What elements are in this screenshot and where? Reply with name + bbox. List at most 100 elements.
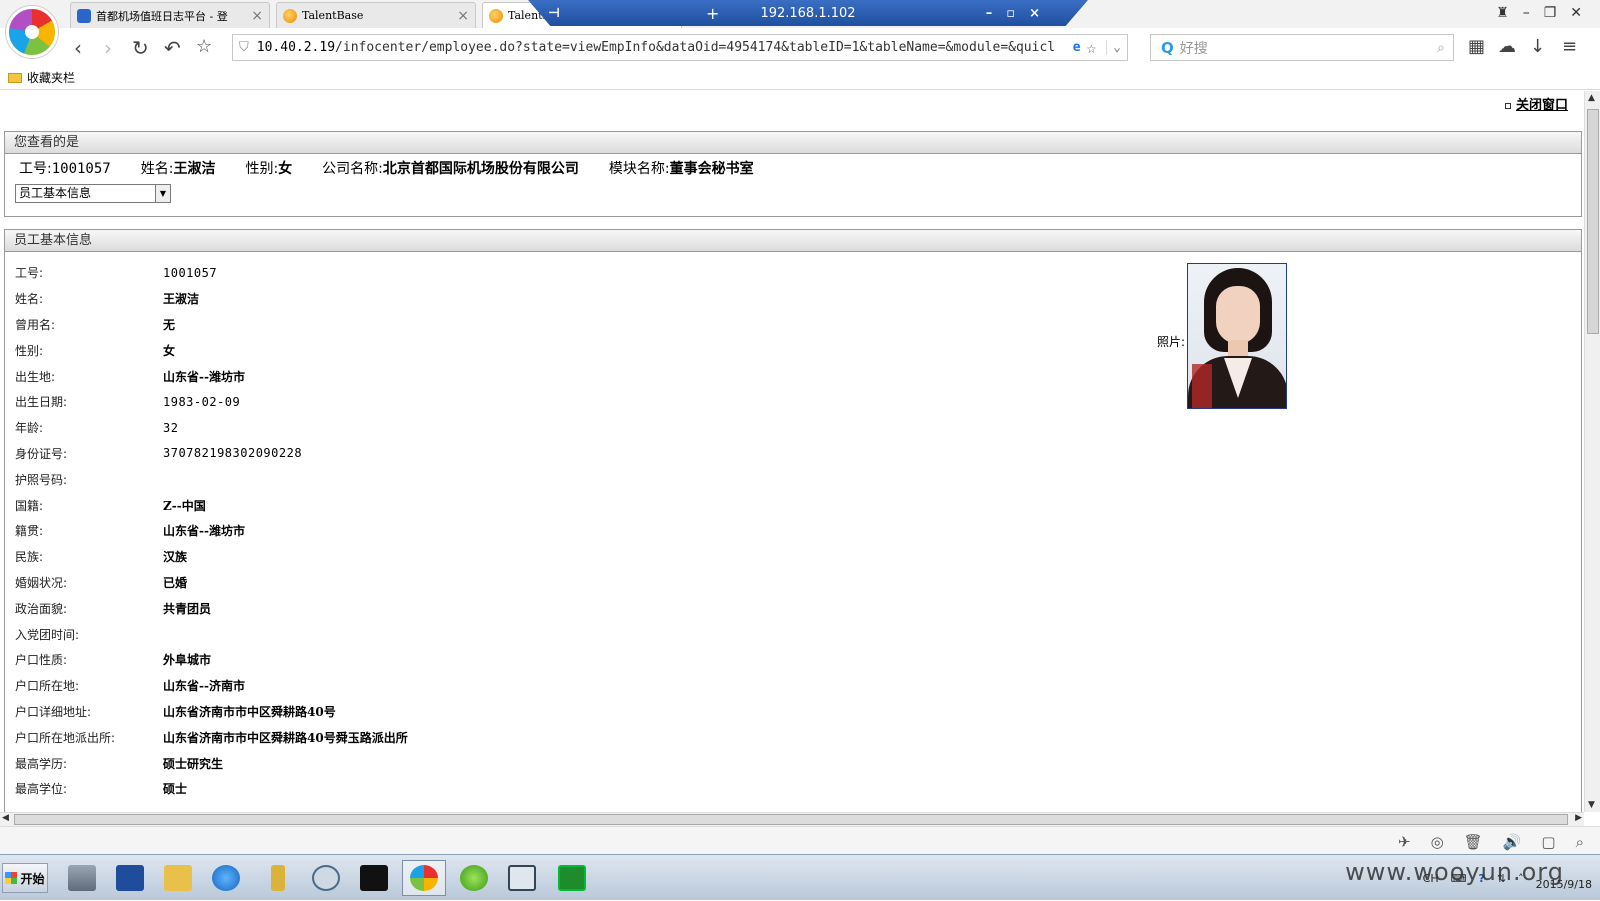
close-icon[interactable]: ×	[251, 8, 263, 24]
pin-icon[interactable]: ✈	[1398, 833, 1411, 851]
magnifier-icon	[312, 865, 340, 891]
close-window-link[interactable]: 关闭窗口	[1504, 94, 1568, 113]
remote-window-controls[interactable]: –▫×	[986, 6, 1054, 21]
scroll-thumb[interactable]	[14, 814, 1568, 825]
reload-icon[interactable]: ↻	[132, 36, 149, 60]
status-icons: ✈ ◎ 🗑 🔊 ▢ ⌕	[1398, 833, 1584, 851]
apps-grid-icon[interactable]: ▦	[1468, 36, 1485, 57]
field-row: 出生地: 山东省--潍坊市	[15, 363, 408, 389]
search-icon[interactable]: ⌕	[1437, 40, 1445, 56]
search-input[interactable]: Q 好搜 ⌕	[1150, 34, 1454, 61]
cloud-icon[interactable]: ☁	[1498, 36, 1516, 57]
field-label: 民族:	[15, 550, 44, 565]
field-row: 最高学位: 硕士	[15, 776, 408, 802]
taskbar-app-tool[interactable]	[550, 860, 594, 896]
skin-icon[interactable]: ♜	[1496, 5, 1509, 21]
browser-icon	[410, 865, 438, 891]
summary-gender: 性别:女	[245, 161, 293, 177]
vertical-scrollbar[interactable]: ▲ ▼	[1584, 91, 1600, 812]
field-value: 硕士研究生	[163, 756, 224, 771]
nav-bar: ‹ › ↻ ↶ ☆ ⛉ 10.40.2.19/infocenter/employ…	[0, 28, 1600, 66]
field-label: 出生日期:	[15, 395, 68, 410]
close-icon[interactable]: ×	[457, 8, 469, 24]
volume-icon[interactable]: 🔊	[1503, 833, 1522, 851]
speedup-icon[interactable]: ◎	[1431, 833, 1444, 851]
maximize-icon[interactable]: ❐	[1544, 5, 1557, 21]
start-button[interactable]: 开始	[2, 863, 48, 893]
scroll-left-icon[interactable]: ◀	[2, 813, 9, 823]
field-value: 370782198302090228	[163, 446, 303, 461]
tab-duty-log[interactable]: 首都机场值班日志平台 - 登 ×	[70, 2, 270, 28]
taskbar-app-key[interactable]	[256, 860, 300, 896]
square-bullet-icon	[1504, 102, 1511, 109]
zoom-icon[interactable]: ⌕	[1576, 833, 1584, 851]
field-label: 户口性质:	[15, 653, 68, 668]
scroll-down-icon[interactable]: ▼	[1588, 800, 1595, 810]
favorites-label[interactable]: 收藏夹栏	[27, 69, 75, 86]
status-bar: ✈ ◎ 🗑 🔊 ▢ ⌕	[0, 826, 1600, 854]
scroll-right-icon[interactable]: ▶	[1575, 813, 1582, 823]
new-tab-icon[interactable]: +	[706, 4, 719, 23]
close-window-icon[interactable]: ✕	[1570, 5, 1582, 21]
address-bar[interactable]: ⛉ 10.40.2.19/infocenter/employee.do?stat…	[232, 34, 1128, 61]
chevron-down-icon[interactable]: ⌄	[1106, 40, 1127, 55]
field-label: 户口详细地址:	[15, 704, 92, 719]
server-icon	[68, 865, 96, 891]
scroll-thumb[interactable]	[1587, 109, 1599, 334]
summary-emp-no: 工号:1001057	[19, 161, 111, 177]
chevron-down-icon[interactable]: ▼	[155, 185, 170, 202]
field-row: 户口所在地派出所: 山东省济南市市中区舜耕路40号舜玉路派出所	[15, 724, 408, 750]
taskbar-app-browser[interactable]	[402, 860, 446, 896]
field-value: 外阜城市	[163, 653, 212, 668]
horizontal-scrollbar[interactable]: ◀ ▶	[0, 812, 1584, 826]
tab-talentbase-1[interactable]: TalentBase ×	[276, 2, 476, 28]
taskbar-app-explorer[interactable]	[156, 860, 200, 896]
taskbar-app-green[interactable]	[452, 860, 496, 896]
browser-logo-icon[interactable]	[6, 6, 58, 58]
field-label: 入党团时间:	[15, 627, 80, 642]
windows-flag-icon	[5, 872, 18, 884]
address-url[interactable]: 10.40.2.19/infocenter/employee.do?state=…	[257, 40, 1067, 55]
trash-icon[interactable]: 🗑	[1464, 833, 1483, 851]
taskbar-app-ie[interactable]	[204, 860, 248, 896]
minimize-icon[interactable]: –	[1523, 5, 1530, 21]
info-type-select-value: 员工基本信息	[19, 186, 92, 200]
menu-icon[interactable]: ≡	[1562, 36, 1577, 57]
ie-mode-icon[interactable]: e	[1073, 40, 1081, 55]
undo-icon[interactable]: ↶	[164, 36, 181, 60]
viewing-panel: 您查看的是 工号:1001057 姓名:王淑洁 性别:女 公司名称:北京首都国际…	[4, 131, 1582, 217]
taskbar-app-cmd[interactable]	[352, 860, 396, 896]
field-label: 姓名:	[15, 292, 44, 307]
remote-desktop-bar[interactable]: ⊣ + 192.168.1.102 –▫×	[528, 0, 1088, 26]
field-value: 已婚	[163, 575, 188, 590]
talentbase-icon	[283, 8, 297, 23]
window-icon[interactable]: ▢	[1541, 833, 1555, 851]
taskbar-app-remote[interactable]	[500, 860, 544, 896]
field-row: 姓名: 王淑洁	[15, 286, 408, 312]
taskbar-app-search[interactable]	[304, 860, 348, 896]
tool-icon	[558, 865, 586, 891]
green-ball-icon	[460, 865, 488, 891]
field-value: 汉族	[163, 550, 188, 565]
taskbar-app-server[interactable]	[60, 860, 104, 896]
field-value: 山东省济南市市中区舜耕路40号舜玉路派出所	[163, 730, 408, 745]
download-icon[interactable]: ↓	[1530, 36, 1545, 57]
bookmark-star-icon[interactable]: ☆	[196, 36, 212, 57]
talentbase-icon	[489, 8, 503, 23]
field-row: 户口详细地址: 山东省济南市市中区舜耕路40号	[15, 699, 408, 725]
taskbar-app-powershell[interactable]	[108, 860, 152, 896]
forward-icon[interactable]: ›	[104, 36, 112, 60]
field-row: 籍贯: 山东省--潍坊市	[15, 518, 408, 544]
remote-host: 192.168.1.102	[760, 5, 856, 21]
field-value: 山东省--潍坊市	[163, 524, 245, 539]
pin-icon[interactable]: ⊣	[548, 6, 560, 21]
ie-icon	[212, 865, 240, 891]
folder-icon	[164, 865, 192, 891]
favorite-icon[interactable]: ☆	[1087, 38, 1097, 57]
info-type-select[interactable]: 员工基本信息 ▼	[15, 184, 171, 203]
back-icon[interactable]: ‹	[74, 36, 82, 60]
folder-icon	[8, 72, 22, 83]
field-row: 入党团时间:	[15, 621, 408, 647]
field-value: 无	[163, 317, 176, 332]
scroll-up-icon[interactable]: ▲	[1588, 93, 1595, 103]
